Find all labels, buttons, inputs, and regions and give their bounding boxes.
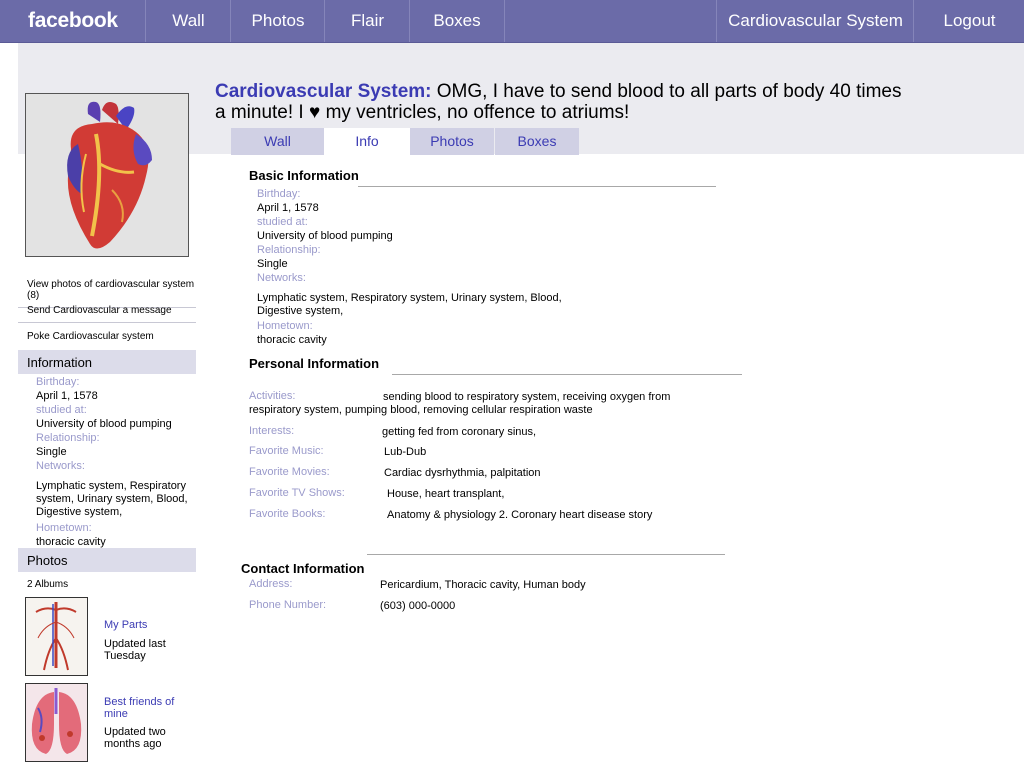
phone-value: (603) 000-0000 <box>380 600 456 612</box>
nav-photos[interactable]: Photos <box>230 0 325 42</box>
heart-illustration <box>26 94 188 256</box>
nav-profile[interactable]: Cardiovascular System <box>716 0 914 42</box>
vessels-thumbnail-icon <box>26 598 87 675</box>
activities-value-cont: respiratory system, pumping blood, remov… <box>249 404 593 416</box>
poke-link[interactable]: Poke Cardiovascular system <box>18 331 196 348</box>
sidebar-hometown-label: Hometown: <box>36 522 92 534</box>
personal-info-divider <box>392 374 742 375</box>
album-thumbnail-my-parts[interactable] <box>25 597 88 676</box>
send-message-link[interactable]: Send Cardiovascular a message <box>18 305 196 323</box>
nav-flair[interactable]: Flair <box>324 0 410 42</box>
nav-wall[interactable]: Wall <box>145 0 231 42</box>
interests-value: getting fed from coronary sinus, <box>382 426 537 438</box>
sidebar-relationship-value: Single <box>36 446 67 458</box>
music-label: Favorite Music: <box>249 445 324 457</box>
status-text-end: my ventricles, no offence to atriums! <box>325 102 630 123</box>
facebook-logo[interactable]: facebook <box>28 9 118 33</box>
basic-info-title: Basic Information <box>249 168 359 183</box>
tab-boxes[interactable]: Boxes <box>495 128 579 155</box>
top-nav-bar: facebook Wall Photos Flair Boxes Cardiov… <box>0 0 1024 43</box>
album-thumbnail-best-friends[interactable] <box>25 683 88 762</box>
profile-picture[interactable] <box>25 93 189 257</box>
sidebar-birthday-label: Birthday: <box>36 376 80 388</box>
interests-label: Interests: <box>249 425 295 437</box>
hometown-label: Hometown: <box>257 320 313 332</box>
heart-icon: ♥ <box>309 102 321 123</box>
tv-value[interactable]: House, heart transplant, <box>387 488 504 501</box>
tab-wall[interactable]: Wall <box>231 128 324 155</box>
album-updated-best-friends: Updated two months ago <box>104 726 166 750</box>
profile-name[interactable]: Cardiovascular System: <box>215 81 432 102</box>
album-title-my-parts[interactable]: My Parts <box>104 619 189 631</box>
movies-label: Favorite Movies: <box>249 466 330 478</box>
profile-status: Cardiovascular System: OMG, I have to se… <box>215 81 905 123</box>
albums-count[interactable]: 2 Albums <box>27 578 68 591</box>
books-value[interactable]: Anatomy & physiology 2. Coronary heart d… <box>387 509 652 522</box>
hometown-value[interactable]: thoracic cavity <box>257 334 327 347</box>
books-label: Favorite Books: <box>249 508 326 520</box>
relationship-label: Relationship: <box>257 244 321 256</box>
contact-info-title: Contact Information <box>241 561 365 576</box>
nav-logout[interactable]: Logout <box>913 0 1024 42</box>
sidebar-networks-value[interactable]: Lymphatic system, Respiratory system, Ur… <box>36 480 196 519</box>
personal-info-title: Personal Information <box>249 356 380 371</box>
tab-photos[interactable]: Photos <box>410 128 494 155</box>
activities-value: sending blood to respiratory system, rec… <box>383 391 671 403</box>
movies-value[interactable]: Cardiac dysrhythmia, palpitation <box>384 467 541 480</box>
sidebar-information-header: Information <box>18 350 196 374</box>
studied-value[interactable]: University of blood pumping <box>257 230 393 243</box>
album-title-best-friends[interactable]: Best friends of mine <box>104 696 189 720</box>
phone-label: Phone Number: <box>249 599 327 611</box>
sidebar-networks-label: Networks: <box>36 460 85 472</box>
tab-info[interactable]: Info <box>324 128 410 155</box>
sidebar-studied-value[interactable]: University of blood pumping <box>36 418 172 431</box>
networks-value[interactable]: Lymphatic system, Respiratory system, Ur… <box>257 292 587 318</box>
birthday-value: April 1, 1578 <box>257 202 319 214</box>
view-photos-link[interactable]: View photos of cardiovascular system (8) <box>18 279 196 308</box>
sidebar-studied-label: studied at: <box>36 404 87 416</box>
sidebar-birthday-value: April 1, 1578 <box>36 390 98 402</box>
basic-info-divider <box>358 186 716 187</box>
music-value[interactable]: Lub-Dub <box>384 446 426 459</box>
address-label: Address: <box>249 578 293 590</box>
studied-label: studied at: <box>257 216 308 228</box>
activities-label: Activities: <box>249 390 296 402</box>
tv-label: Favorite TV Shows: <box>249 487 345 499</box>
lungs-thumbnail-icon <box>26 684 87 761</box>
sidebar-photos-header: Photos <box>18 548 196 572</box>
album-updated-my-parts: Updated last Tuesday <box>104 638 166 662</box>
contact-info-divider <box>367 554 725 555</box>
networks-label: Networks: <box>257 272 306 284</box>
address-value: Pericardium, Thoracic cavity, Human body <box>380 579 586 591</box>
birthday-label: Birthday: <box>257 188 301 200</box>
sidebar-relationship-label: Relationship: <box>36 432 100 444</box>
nav-boxes[interactable]: Boxes <box>409 0 505 42</box>
relationship-value: Single <box>257 258 288 270</box>
